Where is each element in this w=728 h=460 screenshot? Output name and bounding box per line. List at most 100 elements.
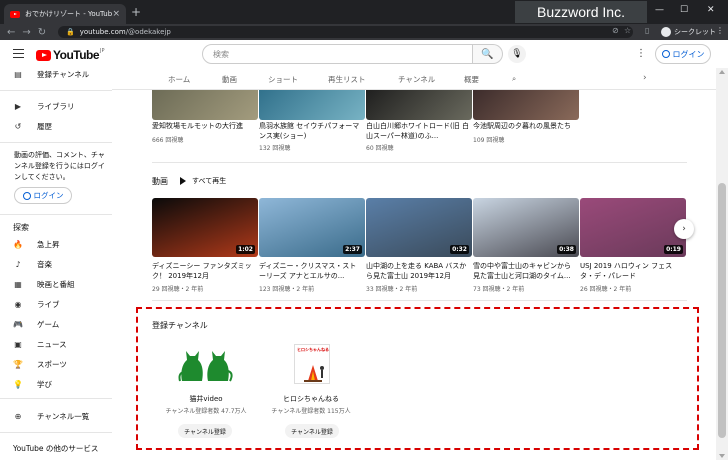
bookmark-star-icon[interactable]: ☆ — [624, 26, 631, 35]
channel-avatar-hiroshi[interactable]: ヒロシちゃんねる — [294, 344, 330, 384]
video-thumbnail-v1[interactable]: 2:37 — [259, 198, 365, 257]
microphone-icon: 🎙 — [511, 49, 523, 59]
video-thumbnail-v0[interactable]: 1:02 — [152, 198, 258, 257]
youtube-logo[interactable]: YouTube JP — [36, 48, 105, 62]
tab-channels[interactable]: チャンネル — [398, 74, 435, 85]
video-title[interactable]: 山中湖の上を走る KABA バスから見た富士山 2019年12月 — [366, 261, 470, 281]
channel-avatar-cats[interactable] — [178, 343, 234, 383]
video-title[interactable]: USJ 2019 ハロウィン フェスタ・デ・パレード — [580, 261, 684, 281]
video-title[interactable]: 愛知牧場モルモットの大行進 — [152, 121, 256, 131]
channel-tabs: ホーム 動画 ショート 再生リスト チャンネル 概要 ⌕ › — [112, 68, 728, 90]
logo-region: JP — [100, 48, 105, 54]
forward-icon[interactable]: → — [22, 27, 30, 38]
channel-search-icon[interactable]: ⌕ — [512, 74, 516, 84]
channel-name[interactable]: 猫井video — [151, 394, 261, 404]
channel-subscriber-count: チャンネル登録者数 115万人 — [271, 408, 351, 415]
url-path: /@odekakejp — [125, 28, 171, 36]
subscribe-button[interactable]: チャンネル登録 — [285, 424, 339, 438]
back-icon[interactable]: ← — [7, 27, 15, 38]
search-icon: 🔍 — [481, 48, 494, 60]
sidebar-item-library[interactable]: ▶ ライブラリ — [0, 98, 112, 114]
play-icon — [180, 177, 186, 185]
maximize-icon[interactable]: ☐ — [680, 5, 688, 15]
video-title[interactable]: 鳥羽水族館 セイウチパフォーマンス実(ショー) — [259, 121, 363, 141]
new-tab-button[interactable]: + — [131, 5, 141, 19]
live-icon: ◉ — [14, 299, 22, 309]
video-meta: 60 回視聴 — [366, 145, 394, 152]
sidebar-item-label: 急上昇 — [37, 239, 60, 249]
tab-videos[interactable]: 動画 — [222, 74, 237, 85]
incognito-label: シークレット — [674, 28, 716, 36]
camera-off-icon[interactable]: ⊘ — [612, 26, 619, 35]
tab-close-icon[interactable]: × — [112, 9, 120, 19]
tab-shorts[interactable]: ショート — [268, 74, 298, 85]
video-thumbnail-v3[interactable]: 0:38 — [473, 198, 579, 257]
search-button[interactable]: 🔍 — [473, 44, 503, 64]
play-all-label: すべて再生 — [192, 177, 227, 185]
scroll-down-icon[interactable] — [719, 454, 725, 458]
video-thumbnail-0[interactable] — [152, 90, 258, 120]
video-title[interactable]: 雪の中や富士山のキャビンから見た富士山と河口湖のタイム... — [473, 261, 577, 281]
browser-tab[interactable]: おでかけリゾート - YouTube × — [4, 4, 126, 24]
tab-home[interactable]: ホーム — [168, 74, 190, 85]
sidebar-item-learning[interactable]: 💡 学び — [0, 376, 112, 392]
sidebar-item-label: チャンネル一覧 — [37, 411, 90, 421]
sidebar-item-movies[interactable]: ▦ 映画と番組 — [0, 276, 112, 292]
channel-name[interactable]: ヒロシちゃんねる — [256, 394, 366, 404]
incognito-indicator[interactable]: シークレット — [661, 26, 716, 38]
brand-watermark: Buzzword Inc. — [515, 1, 647, 23]
video-thumbnail-v4[interactable]: 0:19 — [580, 198, 686, 257]
sidebar-divider — [0, 214, 112, 215]
sidebar-item-sports[interactable]: 🏆 スポーツ — [0, 356, 112, 372]
sidebar-item-subscriptions[interactable]: ▤ 登録チャンネル — [0, 66, 112, 82]
sidebar: ▤ 登録チャンネル ▶ ライブラリ ↺ 履歴 動画の評価、コメント、チャンネル登… — [0, 68, 112, 460]
sidebar-item-history[interactable]: ↺ 履歴 — [0, 118, 112, 134]
video-thumbnail-v2[interactable]: 0:32 — [366, 198, 472, 257]
play-all-button[interactable]: すべて再生 — [180, 176, 226, 186]
sidebar-item-gaming[interactable]: 🎮 ゲーム — [0, 316, 112, 332]
tab-title: おでかけリゾート - YouTube — [25, 10, 113, 18]
sidebar-item-music[interactable]: ♪ 音楽 — [0, 256, 112, 272]
sidebar-item-live[interactable]: ◉ ライブ — [0, 296, 112, 312]
sidebar-item-news[interactable]: ▣ ニュース — [0, 336, 112, 352]
address-bar[interactable]: 🔒 youtube.com/@odekakejp — [58, 26, 633, 38]
menu-icon[interactable] — [13, 49, 24, 58]
video-duration: 2:37 — [343, 245, 362, 254]
lock-icon: 🔒 — [66, 28, 75, 36]
reload-icon[interactable]: ↻ — [38, 27, 46, 38]
url-host: youtube.com — [79, 28, 126, 36]
browser-menu-icon[interactable]: ⋮ — [716, 26, 724, 35]
hiroshi-logo-text: ヒロシちゃんねる — [297, 347, 329, 352]
page-scrollbar[interactable] — [716, 68, 728, 460]
video-title[interactable]: 白山白川郷ホワイトロード(旧 白山スーパー林道)のふ... — [366, 121, 470, 141]
video-thumbnail-3[interactable] — [473, 90, 579, 120]
scrollbar-thumb[interactable] — [718, 183, 726, 438]
settings-more-icon[interactable]: ⋮ — [636, 48, 646, 59]
window-close-icon[interactable]: ✕ — [707, 5, 715, 15]
video-meta: 109 回視聴 — [473, 137, 505, 144]
subscribe-button[interactable]: チャンネル登録 — [178, 424, 232, 438]
tab-playlists[interactable]: 再生リスト — [328, 74, 366, 85]
voice-search-button[interactable]: 🎙 — [508, 45, 526, 63]
video-title[interactable]: ディズニー・クリスマス・ストーリーズ アナとエルサの... — [259, 261, 363, 281]
video-thumbnail-2[interactable] — [366, 90, 472, 120]
carousel-next-button[interactable]: › — [674, 219, 694, 239]
sidebar-login-button[interactable]: ログイン — [14, 187, 72, 204]
video-title[interactable]: 今池駅周辺の夕暮れの風景たち — [473, 121, 577, 131]
logo-word: YouTube — [53, 48, 100, 62]
header-login-button[interactable]: ログイン — [655, 44, 711, 64]
side-panel-icon[interactable]: ▯ — [645, 26, 649, 35]
sidebar-item-channel-list[interactable]: ⊕ チャンネル一覧 — [0, 408, 112, 424]
tab-about[interactable]: 概要 — [464, 74, 479, 85]
video-thumbnail-1[interactable] — [259, 90, 365, 120]
video-title[interactable]: ディズニーシー ファンタズミック！ 2019年12月 — [152, 261, 256, 281]
trending-icon: 🔥 — [13, 239, 23, 249]
library-icon: ▶ — [14, 101, 22, 111]
sidebar-item-label: 登録チャンネル — [37, 69, 90, 79]
scroll-up-icon[interactable] — [719, 70, 725, 74]
sidebar-item-trending[interactable]: 🔥 急上昇 — [0, 236, 112, 252]
sidebar-item-label: 映画と番組 — [37, 279, 75, 289]
search-input[interactable]: 検索 — [202, 44, 473, 64]
chevron-right-icon[interactable]: › — [643, 73, 647, 83]
minimize-icon[interactable]: — — [655, 5, 664, 15]
